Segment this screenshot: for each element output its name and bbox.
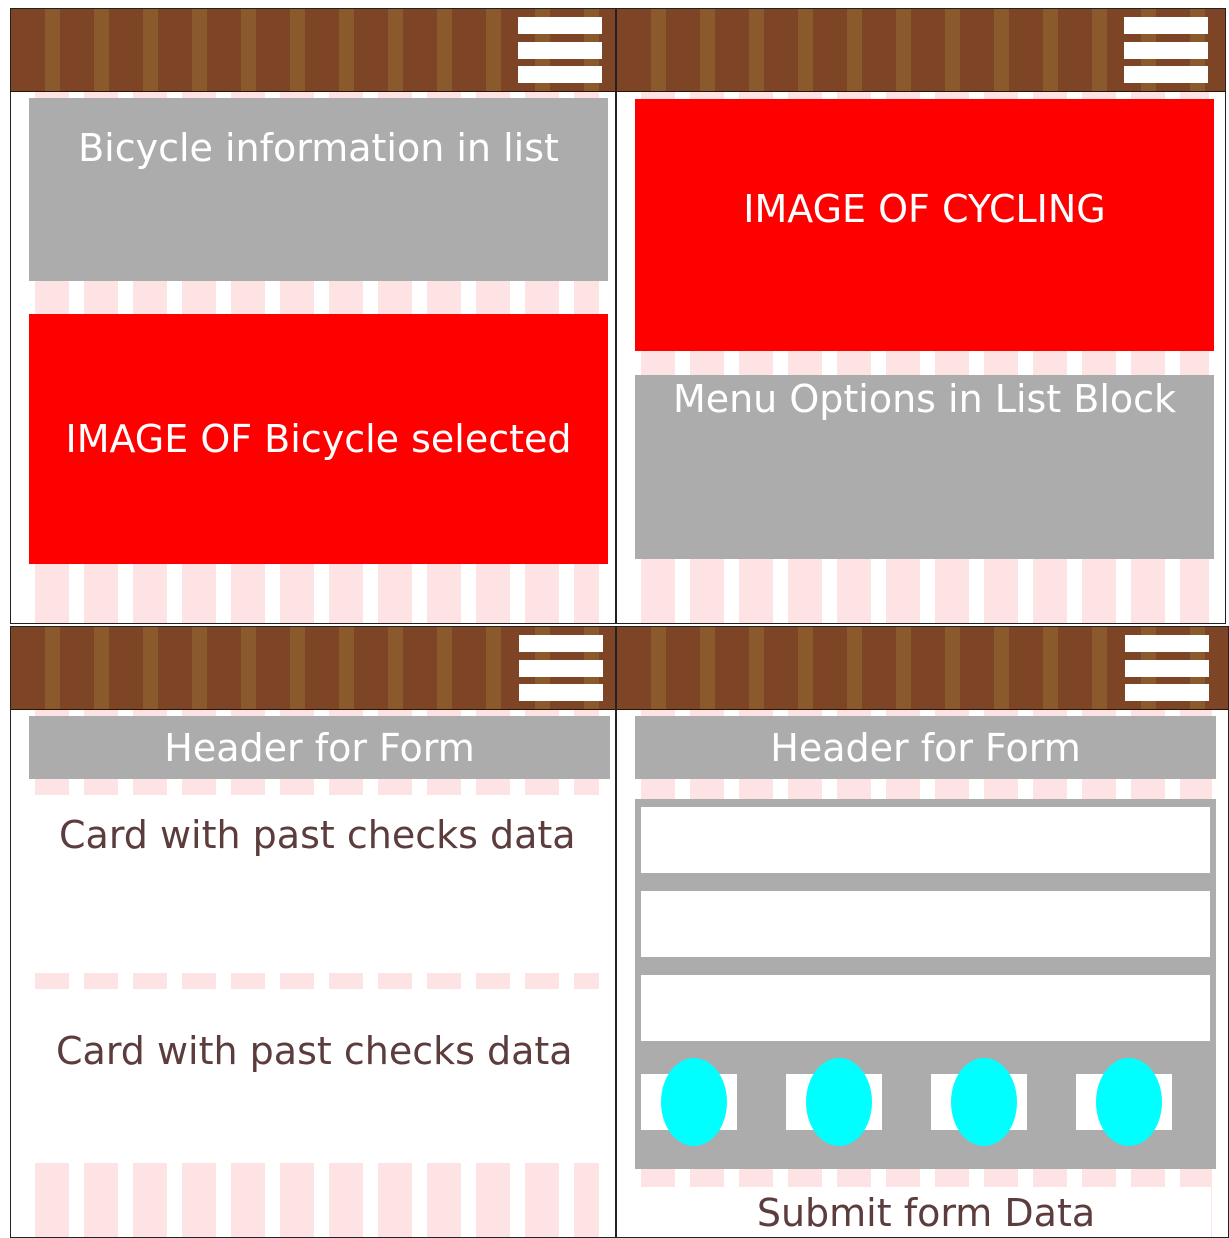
bicycle-info-list-block[interactable]: Bicycle information in list <box>29 98 608 281</box>
wireframe-check-form: Header for Form Submit form Data <box>616 626 1229 1238</box>
radio-button[interactable] <box>1096 1058 1162 1146</box>
wireframe-home-menu: IMAGE OF CYCLING Menu Options in List Bl… <box>616 8 1226 624</box>
check-form <box>635 799 1216 1169</box>
cycling-image-block: IMAGE OF CYCLING <box>635 99 1214 351</box>
past-checks-card[interactable]: Card with past checks data <box>35 795 605 973</box>
bicycle-image-block: IMAGE OF Bicycle selected <box>29 314 608 564</box>
past-checks-card[interactable]: Card with past checks data <box>35 989 605 1163</box>
menu-options-list-block[interactable]: Menu Options in List Block <box>635 375 1214 559</box>
hamburger-menu-icon[interactable] <box>1124 17 1208 83</box>
radio-button[interactable] <box>806 1058 872 1146</box>
wireframe-bicycle-detail: Bicycle information in list IMAGE OF Bic… <box>10 8 616 624</box>
form-text-field[interactable] <box>641 975 1210 1041</box>
form-text-field[interactable] <box>641 807 1210 873</box>
submit-button[interactable]: Submit form Data <box>641 1187 1211 1237</box>
form-text-field[interactable] <box>641 891 1210 957</box>
form-header: Header for Form <box>635 716 1216 779</box>
radio-button[interactable] <box>661 1058 727 1146</box>
radio-button[interactable] <box>951 1058 1017 1146</box>
hamburger-menu-icon[interactable] <box>519 635 603 701</box>
wireframe-past-checks: Header for Form Card with past checks da… <box>10 626 616 1238</box>
hamburger-menu-icon[interactable] <box>1125 635 1209 701</box>
hamburger-menu-icon[interactable] <box>518 17 602 83</box>
form-header: Header for Form <box>29 716 610 779</box>
